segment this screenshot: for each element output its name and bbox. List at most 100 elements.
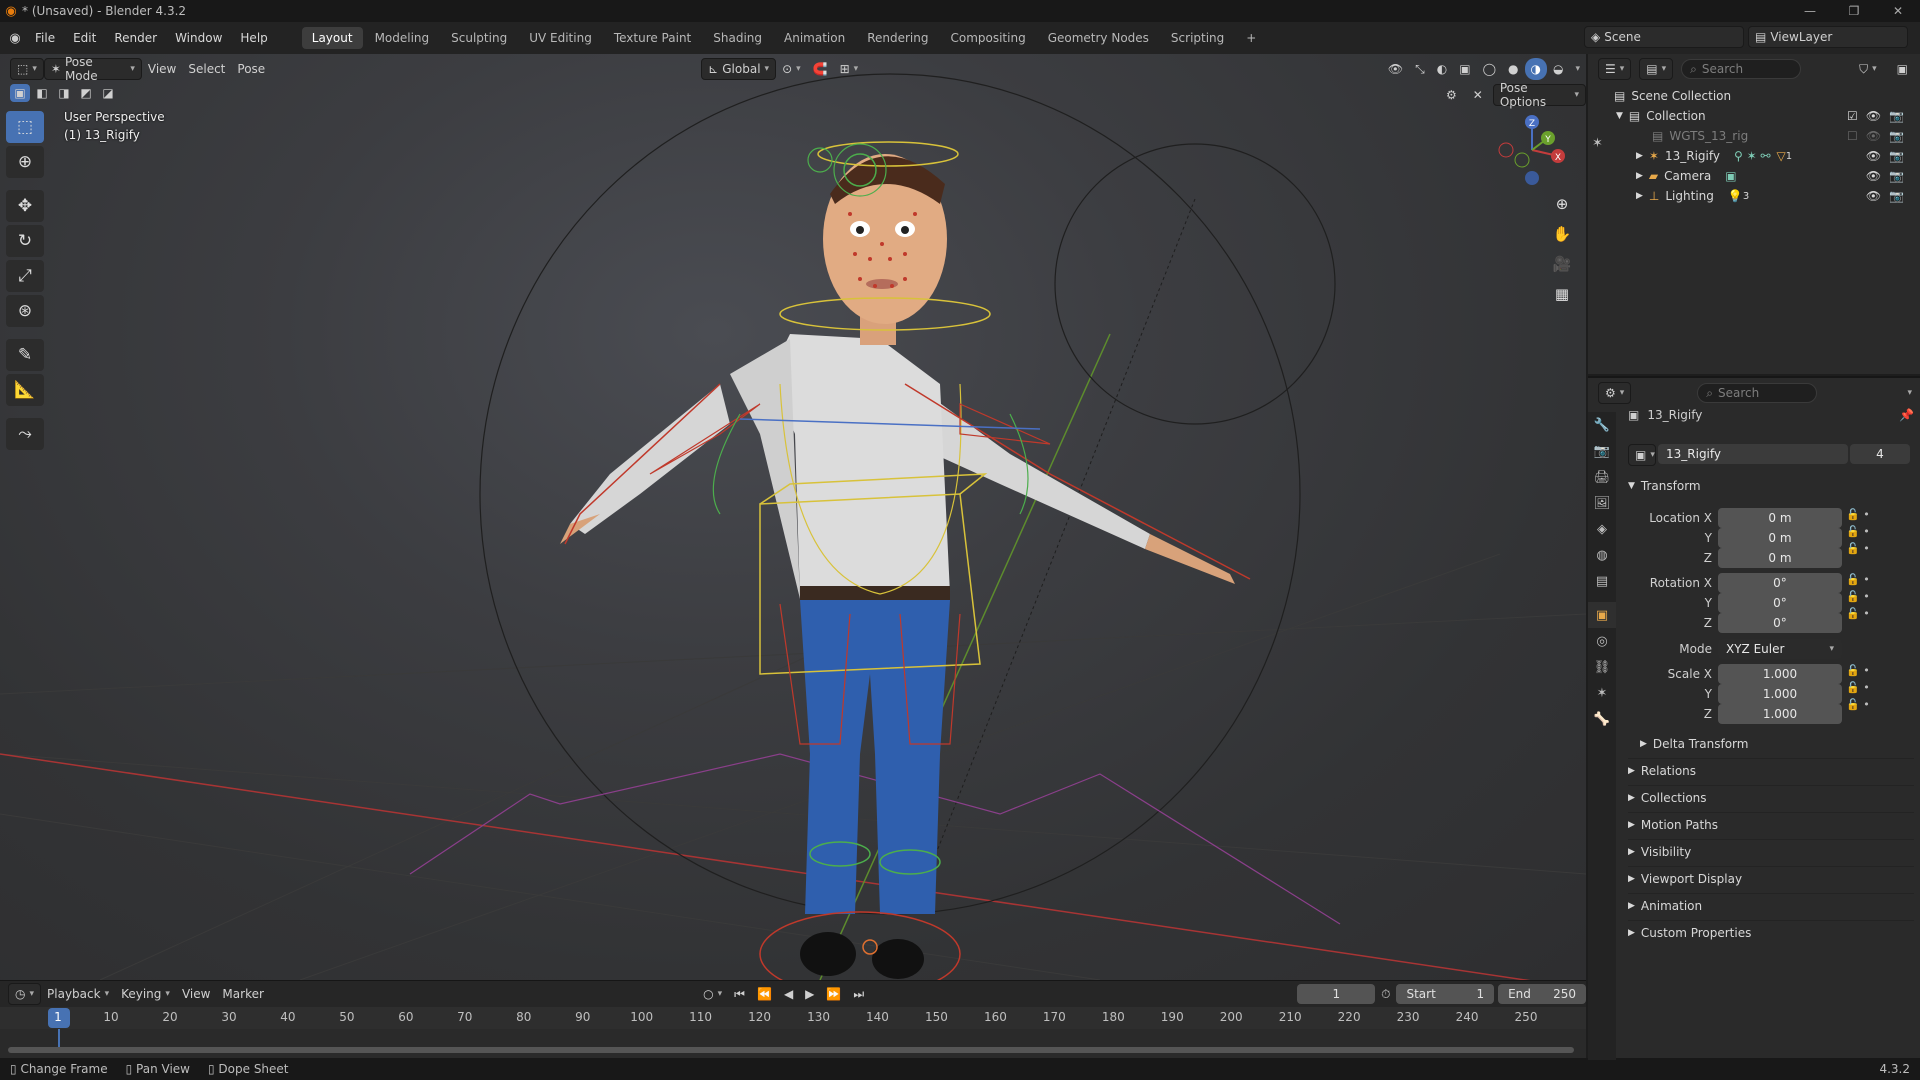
chevron-down-icon[interactable]: ▾: [1901, 382, 1918, 404]
menu-pose[interactable]: Pose: [231, 58, 271, 80]
menu-edit[interactable]: Edit: [64, 22, 105, 54]
rotation-y-field[interactable]: 0°: [1718, 593, 1842, 613]
editor-type-button[interactable]: ⬚ ▾: [10, 58, 44, 80]
cursor-tool-icon[interactable]: ⊕: [6, 146, 44, 178]
outliner-editor-type-button[interactable]: ☰ ▾: [1598, 58, 1632, 80]
lock-icon[interactable]: 🔓 •: [1846, 508, 1870, 521]
menu-view[interactable]: View: [142, 58, 182, 80]
outliner-row-lighting[interactable]: ▶ ⊥ Lighting 💡 3 👁 📷: [1588, 186, 1920, 206]
snap-icon[interactable]: 🧲: [807, 58, 834, 80]
datablock-name-field[interactable]: 13_Rigify: [1658, 444, 1848, 464]
scale-y-field[interactable]: 1.000: [1718, 684, 1842, 704]
lock-icon[interactable]: 🔓 •: [1846, 664, 1870, 677]
overlay-toggle-icon[interactable]: ◐: [1431, 58, 1453, 80]
shading-options-icon[interactable]: ▾: [1569, 58, 1586, 80]
collection-tab-icon[interactable]: ▤: [1588, 568, 1616, 594]
auto-key-icon[interactable]: ○ ▾: [697, 983, 728, 1005]
outliner-row-scene-collection[interactable]: ▤ Scene Collection: [1588, 86, 1920, 106]
eye-icon[interactable]: 👁: [1866, 129, 1881, 143]
menu-window[interactable]: Window: [166, 22, 231, 54]
select-invert-icon[interactable]: ◩: [76, 84, 96, 102]
transform-panel-header[interactable]: ▼ Transform: [1628, 474, 1914, 498]
xray-icon[interactable]: ▣: [1453, 58, 1476, 80]
blender-menu-icon[interactable]: ◉: [4, 27, 26, 49]
bone-tab-icon[interactable]: 🦴: [1588, 706, 1616, 732]
eye-icon[interactable]: 👁: [1866, 169, 1881, 183]
camera-render-icon[interactable]: 📷: [1889, 129, 1904, 143]
timeline-editor-type-button[interactable]: ◷ ▾: [8, 983, 42, 1005]
properties-editor-type-button[interactable]: ⚙ ▾: [1598, 382, 1632, 404]
object-data-tab-icon[interactable]: ✶: [1588, 680, 1616, 706]
select-extend-icon[interactable]: ◧: [32, 84, 52, 102]
view-layer-tab-icon[interactable]: 🖼: [1588, 490, 1616, 516]
transform-tool-icon[interactable]: ⊛: [6, 295, 44, 327]
pose-filter-icon[interactable]: ✶: [1592, 136, 1603, 151]
camera-render-icon[interactable]: 📷: [1889, 189, 1904, 203]
visibility-icon[interactable]: 👁: [1382, 58, 1409, 80]
menu-select[interactable]: Select: [182, 58, 231, 80]
wireframe-shading-icon[interactable]: ◯: [1477, 58, 1502, 80]
tab-uv-editing[interactable]: UV Editing: [519, 27, 602, 49]
new-collection-icon[interactable]: ▣: [1891, 58, 1914, 80]
motion-paths-panel-header[interactable]: ▶ Motion Paths: [1628, 812, 1914, 836]
camera-render-icon[interactable]: 📷: [1889, 169, 1904, 183]
lock-icon[interactable]: 🔓 •: [1846, 573, 1870, 586]
frame-ruler[interactable]: 1 10 20 30 40 50 60 70 80 90 100 110 120 130 140 150 160…: [0, 1007, 1586, 1029]
scale-x-field[interactable]: 1.000: [1718, 664, 1842, 684]
camera-render-icon[interactable]: 📷: [1889, 109, 1904, 123]
select-subtract-icon[interactable]: ◨: [54, 84, 74, 102]
menu-marker[interactable]: Marker: [216, 983, 269, 1005]
solid-shading-icon[interactable]: ●: [1502, 58, 1524, 80]
location-z-field[interactable]: 0 m: [1718, 548, 1842, 568]
select-box-tool-icon[interactable]: ⬚: [6, 111, 44, 143]
3d-viewport[interactable]: ⬚ ▾ ✶ Pose Mode ▾ View Select Pose ⊾ Glob…: [0, 54, 1586, 980]
tab-geometry-nodes[interactable]: Geometry Nodes: [1038, 27, 1159, 49]
checkbox-icon[interactable]: ☑: [1847, 109, 1858, 123]
filter-icon[interactable]: ⛉ ▾: [1853, 58, 1883, 80]
lock-icon[interactable]: 🔓 •: [1846, 698, 1870, 711]
gizmo-toggle-icon[interactable]: ⤡: [1409, 58, 1431, 80]
menu-keying[interactable]: Keying ▾: [115, 983, 176, 1005]
jump-end-icon[interactable]: ⏭: [847, 983, 870, 1005]
rotate-tool-icon[interactable]: ↻: [6, 225, 44, 257]
scale-z-field[interactable]: 1.000: [1718, 704, 1842, 724]
jump-prev-key-icon[interactable]: ⏪: [751, 983, 778, 1005]
jump-next-key-icon[interactable]: ⏩: [820, 983, 847, 1005]
location-y-field[interactable]: 0 m: [1718, 528, 1842, 548]
snap-options-icon[interactable]: ⊞ ▾: [834, 58, 865, 80]
lock-icon[interactable]: 🔓 •: [1846, 590, 1870, 603]
tab-animation[interactable]: Animation: [774, 27, 855, 49]
timeline-scrollbar[interactable]: [8, 1047, 1574, 1053]
constraints-tab-icon[interactable]: ⛓: [1588, 654, 1616, 680]
outliner-row-camera[interactable]: ▶ ▰ Camera ▣ 👁 📷: [1588, 166, 1920, 186]
menu-file[interactable]: File: [26, 22, 64, 54]
maximize-icon[interactable]: ❐: [1832, 0, 1876, 22]
tab-rendering[interactable]: Rendering: [857, 27, 938, 49]
measure-tool-icon[interactable]: 📐: [6, 374, 44, 406]
select-intersect-icon[interactable]: ◪: [98, 84, 118, 102]
mode-selector[interactable]: ✶ Pose Mode ▾: [43, 55, 142, 83]
rendered-shading-icon[interactable]: ◒: [1547, 58, 1569, 80]
minimize-icon[interactable]: —: [1788, 0, 1832, 22]
play-reverse-icon[interactable]: ◀: [778, 983, 799, 1005]
collections-panel-header[interactable]: ▶ Collections: [1628, 785, 1914, 809]
view-layer-selector[interactable]: ▤ ViewLayer: [1748, 26, 1908, 48]
outliner-search-input[interactable]: ⌕ Search: [1681, 59, 1802, 79]
object-tab-icon[interactable]: ▣: [1588, 602, 1616, 628]
perspective-grid-icon[interactable]: ▦: [1548, 280, 1576, 308]
physics-tab-icon[interactable]: ◎: [1588, 628, 1616, 654]
tab-shading[interactable]: Shading: [703, 27, 772, 49]
world-tab-icon[interactable]: ◍: [1588, 542, 1616, 568]
rotation-mode-dropdown[interactable]: XYZ Euler ▾: [1718, 639, 1842, 659]
delta-transform-header[interactable]: ▶ Delta Transform: [1640, 732, 1914, 756]
pivot-point-icon[interactable]: ⊙ ▾: [776, 58, 807, 80]
transform-orientation-selector[interactable]: ⊾ Global ▾: [701, 58, 777, 80]
pan-hand-icon[interactable]: ✋: [1548, 220, 1576, 248]
tab-scripting[interactable]: Scripting: [1161, 27, 1234, 49]
relations-panel-header[interactable]: ▶ Relations: [1628, 758, 1914, 782]
camera-view-icon[interactable]: 🎥: [1548, 250, 1576, 278]
outliner-row-13-rigify[interactable]: ▶ ✶ 13_Rigify ⚲ ✶ ⚯ ▽ 1 👁 📷: [1588, 146, 1920, 166]
navigation-gizmo[interactable]: Z X Y: [1492, 110, 1572, 190]
scene-tab-icon[interactable]: ◈: [1588, 516, 1616, 542]
tab-sculpting[interactable]: Sculpting: [441, 27, 517, 49]
